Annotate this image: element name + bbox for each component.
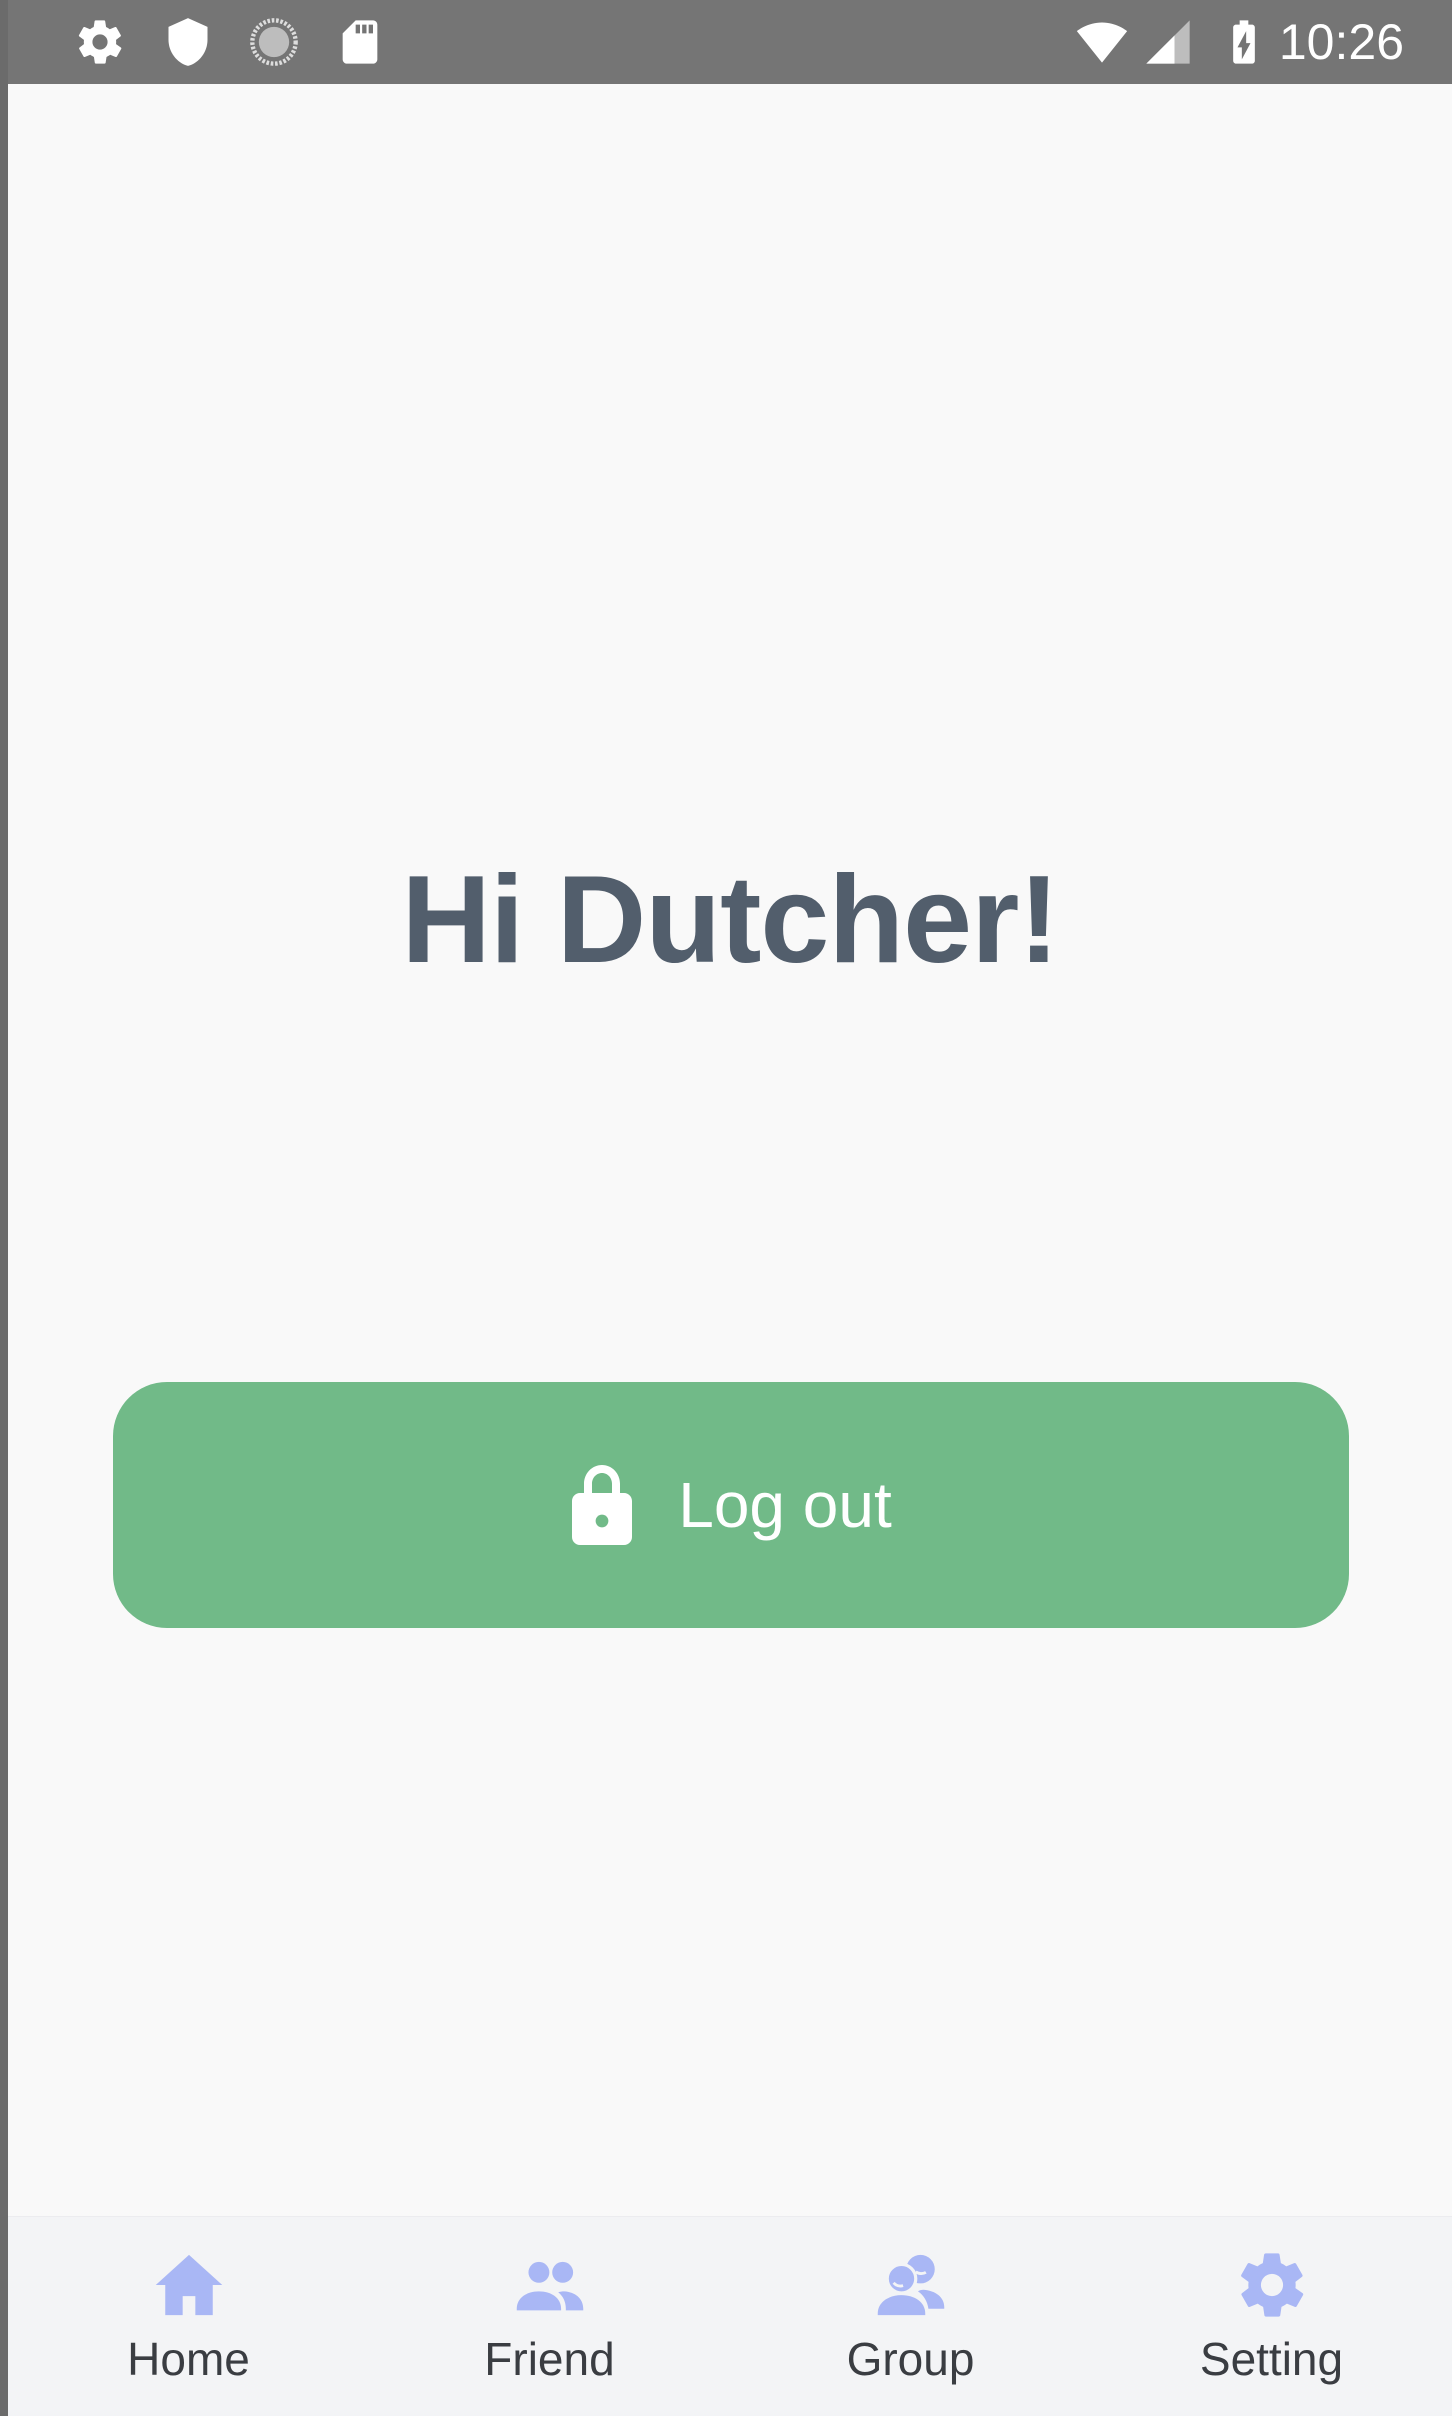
nav-label-home: Home <box>127 2333 250 2385</box>
nav-label-group: Group <box>846 2333 975 2385</box>
status-time: 10:26 <box>1278 14 1404 70</box>
battery-charging-icon <box>1233 20 1255 64</box>
lock-icon <box>572 1465 633 1545</box>
friends-icon <box>516 2261 583 2311</box>
bottom-navigation: Home Friend Group Setting <box>8 2216 1452 2416</box>
app-screen: 10:26 Hi Dutcher! Log out Home Friend Gr… <box>8 0 1452 2416</box>
sd-card-icon <box>342 20 378 64</box>
settings-icon <box>78 20 122 64</box>
shield-icon <box>168 18 208 66</box>
wifi-icon <box>1076 22 1128 63</box>
logout-label: Log out <box>678 1469 892 1541</box>
nav-item-home[interactable]: Home <box>8 2217 369 2416</box>
home-icon <box>155 2254 222 2316</box>
greeting-title: Hi Dutcher! <box>401 851 1059 989</box>
group-icon <box>877 2254 944 2316</box>
status-bar: 10:26 <box>8 0 1452 84</box>
nav-item-friend[interactable]: Friend <box>369 2217 730 2416</box>
cellular-signal-icon <box>1146 20 1190 64</box>
gear-icon <box>1240 2253 1303 2317</box>
nav-item-setting[interactable]: Setting <box>1091 2217 1452 2416</box>
nav-label-friend: Friend <box>484 2333 615 2385</box>
nav-item-group[interactable]: Group <box>730 2217 1091 2416</box>
logout-button[interactable]: Log out <box>113 1382 1349 1628</box>
nav-label-setting: Setting <box>1199 2333 1344 2385</box>
sync-icon <box>250 18 298 66</box>
